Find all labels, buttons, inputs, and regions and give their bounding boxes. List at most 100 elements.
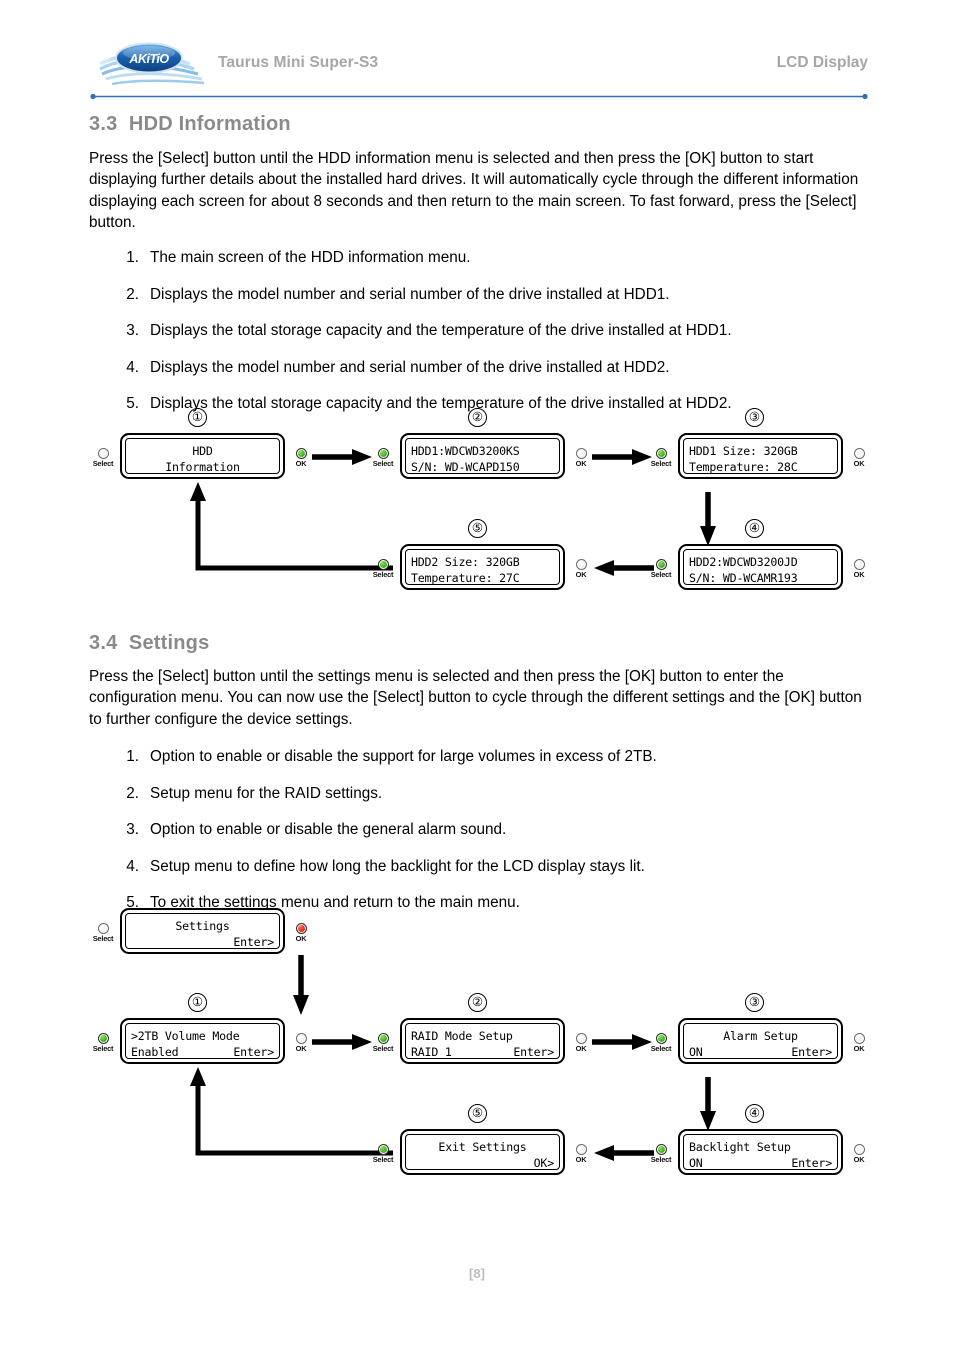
ok-button-screen-2[interactable]: OK [568, 448, 594, 468]
list-item-number: 1. [126, 748, 139, 765]
list-item-number: 2. [126, 285, 139, 303]
lcd-line-1: >2TB Volume Mode [131, 1029, 240, 1043]
lcd-panel: HDD1 Size: 320GB Temperature: 28C [683, 438, 838, 474]
ok-button-settings-entry[interactable]: OK [288, 923, 314, 943]
arrow-entry-to-step-1 [293, 955, 309, 1015]
ok-button-label: OK [853, 459, 865, 468]
ok-led-icon [853, 1144, 865, 1155]
ok-button-screen-3[interactable]: OK [846, 448, 872, 468]
page-number-footer: [8] [469, 1266, 485, 1281]
lcd-line-1: Alarm Setup [723, 1029, 798, 1043]
select-button-screen-2[interactable]: Select [370, 448, 396, 468]
arrow-settings-step-4-to-5 [594, 1145, 654, 1161]
ok-led-icon [295, 448, 307, 459]
list-item: 4. Displays the model number and serial n… [113, 358, 873, 378]
lcd-line-2-right: Enter> [513, 1045, 554, 1059]
select-button-settings-entry[interactable]: Select [90, 923, 116, 943]
ok-button-settings-2[interactable]: OK [568, 1033, 594, 1053]
select-button-settings-4[interactable]: Select [648, 1144, 674, 1164]
ok-led-icon [295, 1033, 307, 1044]
select-led-icon [655, 448, 667, 459]
akitio-logo-icon: AKiTiO [98, 38, 216, 90]
ok-button-label: OK [575, 1044, 587, 1053]
select-button-label: Select [372, 1044, 394, 1053]
ok-button-label: OK [853, 570, 865, 579]
select-button-settings-1[interactable]: Select [90, 1033, 116, 1053]
select-button-screen-3[interactable]: Select [648, 448, 674, 468]
arrow-settings-step-2-to-3 [592, 1034, 652, 1050]
ok-led-icon [295, 923, 307, 934]
lcd-panel: HDD2 Size: 320GB Temperature: 27C [405, 549, 560, 585]
section-title: HDD Information [128, 113, 291, 135]
ok-button-settings-3[interactable]: OK [846, 1033, 872, 1053]
ok-button-screen-5[interactable]: OK [568, 559, 594, 579]
arrow-step-1-to-2 [312, 449, 372, 465]
select-led-icon [377, 1033, 389, 1044]
ok-button-screen-1[interactable]: OK [288, 448, 314, 468]
step-number-2: ② [468, 408, 487, 427]
select-led-icon [377, 448, 389, 459]
select-button-label: Select [92, 1044, 114, 1053]
list-item: 2. Setup menu for the RAID settings. [113, 784, 873, 804]
ok-button-label: OK [295, 459, 307, 468]
lcd-line-2-right: Enter> [791, 1156, 832, 1170]
settings-step-number-4: ④ [745, 1104, 764, 1123]
arrow-settings-step-1-to-2 [312, 1034, 372, 1050]
arrow-step-4-to-5 [594, 560, 654, 576]
lcd-line-2-right: Enter> [233, 935, 274, 949]
list-item-text: Option to enable or disable the general … [150, 821, 507, 838]
lcd-screen-settings-4: Backlight Setup ON Enter> [678, 1129, 843, 1175]
lcd-panel: >2TB Volume Mode Enabled Enter> [125, 1023, 280, 1059]
step-number-4: ④ [745, 519, 764, 538]
ok-button-label: OK [853, 1044, 865, 1053]
select-button-settings-5[interactable]: Select [370, 1144, 396, 1164]
ok-button-settings-1[interactable]: OK [288, 1033, 314, 1053]
ok-button-label: OK [295, 934, 307, 943]
ok-led-icon [575, 1033, 587, 1044]
loop-arrow-to-settings-step-1 [190, 1067, 393, 1156]
lcd-line-1: Backlight Setup [689, 1140, 791, 1154]
settings-step-number-2: ② [468, 993, 487, 1012]
select-led-icon [655, 1144, 667, 1155]
select-led-icon [377, 1144, 389, 1155]
select-button-settings-3[interactable]: Select [648, 1033, 674, 1053]
lcd-panel: Alarm Setup ON Enter> [683, 1023, 838, 1059]
select-button-label: Select [92, 459, 114, 468]
list-item: 1. Option to enable or disable the suppor… [113, 747, 873, 767]
list-item-text: Setup menu for the RAID settings. [150, 784, 383, 802]
lcd-line-2-left: ON [689, 1156, 703, 1170]
lcd-line-2: S/N: WD-WCAPD150 [411, 460, 520, 474]
list-item-text: The main screen of the HDD information m… [150, 249, 471, 266]
lcd-line-2: Information [165, 460, 240, 474]
ok-button-screen-4[interactable]: OK [846, 559, 872, 579]
lcd-panel: HDD1:WDCWD3200KS S/N: WD-WCAPD150 [405, 438, 560, 474]
lcd-panel: HDD Information [125, 438, 280, 474]
lcd-line-1: Exit Settings [438, 1140, 527, 1154]
select-button-screen-4[interactable]: Select [648, 559, 674, 579]
arrow-step-2-to-3 [592, 449, 652, 465]
lcd-line-2-right: Enter> [233, 1045, 274, 1059]
lcd-line-1: HDD2:WDCWD3200JD [689, 555, 798, 569]
lcd-screen-settings-3: Alarm Setup ON Enter> [678, 1018, 843, 1064]
select-button-screen-5[interactable]: Select [370, 559, 396, 579]
lcd-panel: Backlight Setup ON Enter> [683, 1134, 838, 1170]
select-button-label: Select [372, 1155, 394, 1164]
section-number: 3.3 [89, 113, 118, 135]
ok-button-settings-4[interactable]: OK [846, 1144, 872, 1164]
document-page: AKiTiO Taurus Mini Super-S3 LCD Display … [0, 0, 954, 1350]
section-3-3-list: 1. The main screen of the HDD information… [113, 248, 873, 431]
lcd-line-2: OK> [411, 1156, 555, 1169]
select-button-settings-2[interactable]: Select [370, 1033, 396, 1053]
select-button-screen-1[interactable]: Select [90, 448, 116, 468]
header-section-name: LCD Display [776, 54, 868, 71]
select-button-label: Select [650, 570, 672, 579]
lcd-panel: RAID Mode Setup RAID 1 Enter> [405, 1023, 560, 1059]
list-item-text: Displays the total storage capacity and … [150, 322, 732, 339]
lcd-screen-settings-1: >2TB Volume Mode Enabled Enter> [120, 1018, 285, 1064]
select-button-label: Select [92, 934, 114, 943]
ok-button-settings-5[interactable]: OK [568, 1144, 594, 1164]
section-heading-3-4: 3.4 Settings [89, 632, 209, 655]
list-item-text: Option to enable or disable the support … [150, 748, 657, 765]
select-led-icon [655, 559, 667, 570]
select-led-icon [97, 448, 109, 459]
